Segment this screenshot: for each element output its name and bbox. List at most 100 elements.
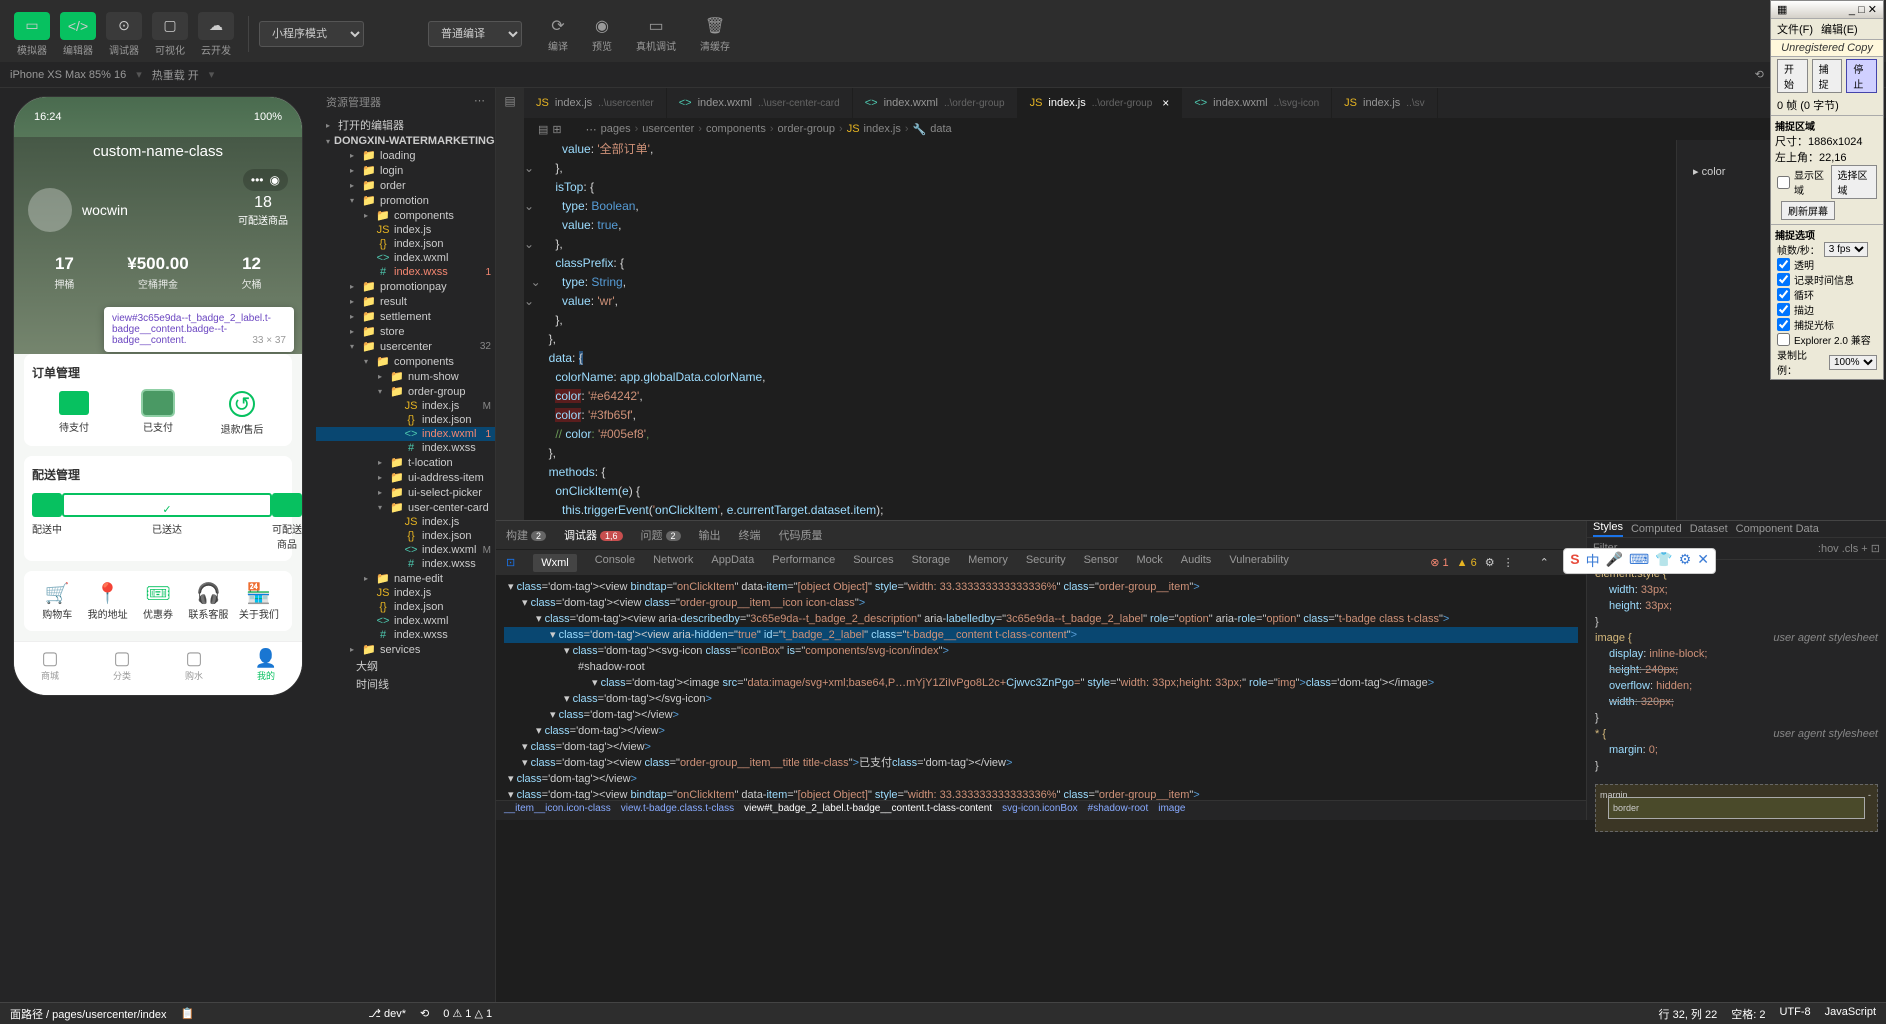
tab-buy[interactable]: ▢购水: [158, 642, 230, 695]
tree-promotion[interactable]: ▾📁promotion: [316, 193, 495, 208]
tab-me[interactable]: 👤我的: [230, 642, 302, 695]
cart[interactable]: 🛒购物车: [32, 581, 82, 621]
support[interactable]: 🎧联系客服: [183, 581, 233, 621]
tree-loading[interactable]: ▸📁loading: [316, 148, 495, 163]
order-pending[interactable]: 待支付: [32, 391, 116, 436]
device-name[interactable]: iPhone XS Max 85% 16: [10, 69, 126, 81]
status-battery: 100%: [254, 111, 282, 123]
ime-toolbar[interactable]: S中🎤⌨👕⚙✕: [1563, 548, 1716, 574]
more-icon[interactable]: ⋮: [1503, 556, 1514, 569]
debugger-button[interactable]: ⊙: [106, 12, 142, 40]
tree-settlement[interactable]: ▸📁settlement: [316, 309, 495, 324]
tree-index.wxss[interactable]: #index.wxss: [316, 628, 495, 642]
delivery-done[interactable]: ✓已送达: [62, 493, 272, 551]
order-refund[interactable]: ↺退款/售后: [200, 391, 284, 436]
capsule[interactable]: •••◉: [243, 169, 288, 191]
editor-button[interactable]: </>: [60, 12, 96, 40]
dom-tree[interactable]: ▾ class='dom-tag'><view bindtap="onClick…: [496, 575, 1586, 800]
root-folder[interactable]: ▾DONGXIN-WATERMARKETING-MINI...: [316, 134, 495, 148]
computed-tab[interactable]: Computed: [1631, 523, 1682, 535]
collapse-icon[interactable]: ⌃: [1540, 556, 1549, 569]
tree-index.wxml[interactable]: <>index.wxml: [316, 614, 495, 628]
tree-services[interactable]: ▸📁services: [316, 642, 495, 657]
tab-index.wxml[interactable]: <> index.wxml ..\order-group: [853, 88, 1018, 118]
sidebar-files-icon[interactable]: ▤: [504, 94, 515, 108]
hot-reload[interactable]: 热重载 开: [152, 67, 199, 83]
tree-t-location[interactable]: ▸📁t-location: [316, 455, 495, 470]
tab-index.wxml[interactable]: <> index.wxml ..\user-center-card: [667, 88, 853, 118]
tree-user-center-card[interactable]: ▾📁user-center-card: [316, 500, 495, 515]
order-paid[interactable]: 已支付: [116, 391, 200, 436]
tree-order[interactable]: ▸📁order: [316, 178, 495, 193]
clear-cache-icon[interactable]: 🗑: [705, 16, 725, 36]
tree-store[interactable]: ▸📁store: [316, 324, 495, 339]
tree-components[interactable]: ▸📁components: [316, 208, 495, 223]
avatar[interactable]: [28, 188, 72, 232]
tree-index.json[interactable]: {}index.json: [316, 529, 495, 543]
page-path[interactable]: 面路径 / pages/usercenter/index: [10, 1006, 167, 1022]
visual-button[interactable]: ▢: [152, 12, 188, 40]
tree-ui-select-picker[interactable]: ▸📁ui-select-picker: [316, 485, 495, 500]
capture-tool[interactable]: ▦_ □ ✕ 文件(F)编辑(E) Unregistered Copy 开始 捕…: [1770, 0, 1884, 380]
tree-index.js[interactable]: JSindex.js: [316, 223, 495, 237]
main-toolbar: ▭模拟器 </>编辑器 ⊙调试器 ▢可视化 ☁云开发 小程序模式 普通编译 ⟳编…: [0, 6, 1886, 62]
cloud-button[interactable]: ☁: [198, 12, 234, 40]
tree-index.json[interactable]: {}index.json: [316, 600, 495, 614]
address[interactable]: 📍我的地址: [82, 581, 132, 621]
cap-capture[interactable]: 捕捉: [1812, 59, 1843, 93]
tree-index.json[interactable]: {}index.json: [316, 237, 495, 251]
status-time: 16:24: [34, 111, 62, 123]
tree-promotionpay[interactable]: ▸📁promotionpay: [316, 279, 495, 294]
tree-index.wxml[interactable]: <>index.wxmlM: [316, 543, 495, 557]
styles-tab[interactable]: Styles: [1593, 521, 1623, 537]
error-count[interactable]: ⊗ 1: [1430, 556, 1448, 569]
delivery-ing[interactable]: 配送中: [32, 493, 62, 551]
tree-index.js[interactable]: JSindex.js: [316, 515, 495, 529]
dataset-tab[interactable]: Dataset: [1690, 523, 1728, 535]
tab-index.wxml[interactable]: <> index.wxml ..\svg-icon: [1182, 88, 1332, 118]
tree-login[interactable]: ▸📁login: [316, 163, 495, 178]
tree-name-edit[interactable]: ▸📁name-edit: [316, 571, 495, 586]
tab-category[interactable]: ▢分类: [86, 642, 158, 695]
tab-mall[interactable]: ▢商城: [14, 642, 86, 695]
tree-index.wxml[interactable]: <>index.wxml: [316, 251, 495, 265]
tree-num-show[interactable]: ▸📁num-show: [316, 369, 495, 384]
tree-ui-address-item[interactable]: ▸📁ui-address-item: [316, 470, 495, 485]
remote-debug-icon[interactable]: ▭: [648, 16, 663, 36]
inspect-icon[interactable]: ⊡: [506, 556, 515, 569]
tree-index.json[interactable]: {}index.json: [316, 413, 495, 427]
open-editors[interactable]: ▸打开的编辑器: [316, 116, 495, 134]
tree-index.js[interactable]: JSindex.jsM: [316, 399, 495, 413]
delivery-goods[interactable]: 可配送商品: [272, 493, 302, 551]
cap-stop[interactable]: 停止: [1846, 59, 1877, 93]
tree-index.js[interactable]: JSindex.js: [316, 586, 495, 600]
tree-index.wxml[interactable]: <>index.wxml1: [316, 427, 495, 441]
user-name: wocwin: [82, 202, 128, 218]
compile-icon[interactable]: ⟳: [551, 16, 564, 36]
code-editor[interactable]: ⌄ ⌄ ⌄ ⌄ ⌄ value: '全部订单', }, isTop: { typ…: [524, 140, 1676, 520]
explorer-more-icon[interactable]: ⋯: [474, 94, 485, 110]
coupon[interactable]: 🎟优惠券: [133, 581, 183, 621]
tree-index.wxss[interactable]: #index.wxss1: [316, 265, 495, 279]
cap-start[interactable]: 开始: [1777, 59, 1808, 93]
page-title: custom-name-class: [28, 143, 288, 160]
tab-index.js[interactable]: JS index.js ..\order-group×: [1018, 88, 1183, 118]
mode-select[interactable]: 小程序模式: [259, 21, 364, 47]
compdata-tab[interactable]: Component Data: [1736, 523, 1819, 535]
tree-order-group[interactable]: ▾📁order-group: [316, 384, 495, 399]
settings-icon[interactable]: ⚙: [1485, 556, 1495, 569]
tree-index.wxss[interactable]: #index.wxss: [316, 557, 495, 571]
tree-usercenter[interactable]: ▾📁usercenter32: [316, 339, 495, 354]
tree-result[interactable]: ▸📁result: [316, 294, 495, 309]
preview-icon[interactable]: ◉: [595, 16, 609, 36]
compile-select[interactable]: 普通编译: [428, 21, 522, 47]
about[interactable]: 🏪关于我们: [234, 581, 284, 621]
simulator-button[interactable]: ▭: [14, 12, 50, 40]
tree-大纲[interactable]: 大纲: [316, 657, 495, 675]
tree-components[interactable]: ▾📁components: [316, 354, 495, 369]
tab-index.js[interactable]: JS index.js ..\sv: [1332, 88, 1437, 118]
tree-时间线[interactable]: 时间线: [316, 675, 495, 693]
tree-index.wxss[interactable]: #index.wxss: [316, 441, 495, 455]
tab-index.js[interactable]: JS index.js ..\usercenter: [524, 88, 667, 118]
warn-count[interactable]: ▲ 6: [1457, 557, 1477, 569]
